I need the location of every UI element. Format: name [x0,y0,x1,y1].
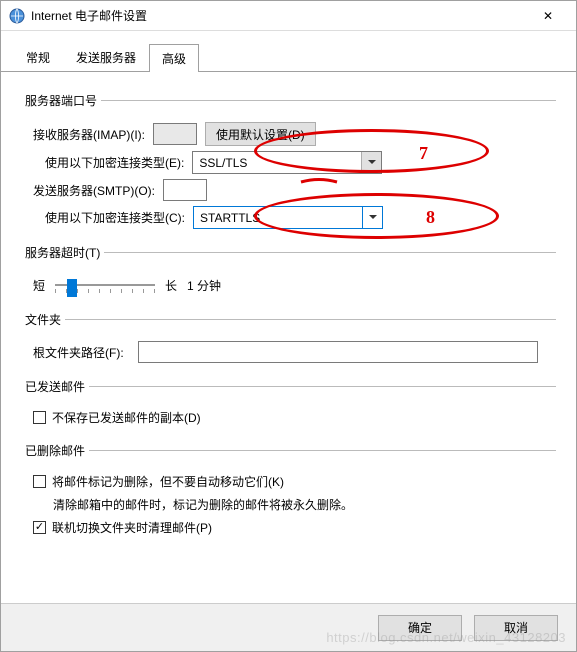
root-folder-label: 根文件夹路径(F): [33,344,124,361]
purge-checkbox[interactable] [33,521,46,534]
chevron-down-icon [361,152,381,173]
folders-legend: 文件夹 [21,311,65,328]
timeout-legend: 服务器超时(T) [21,244,104,261]
tab-general[interactable]: 常规 [13,43,63,71]
close-button[interactable]: ✕ [528,2,568,30]
enc-outgoing-value: STARTTLS [200,211,260,225]
enc-outgoing-select[interactable]: STARTTLS [193,206,383,229]
timeout-short-label: 短 [33,277,45,294]
tab-advanced[interactable]: 高级 [149,44,199,72]
mark-delete-label: 将邮件标记为删除，但不要自动移动它们(K) [52,473,284,490]
enc-outgoing-label: 使用以下加密连接类型(C): [45,209,185,226]
delete-note: 清除邮箱中的邮件时，标记为删除的邮件将被永久删除。 [53,496,556,513]
chevron-down-icon [362,207,382,228]
smtp-port-input[interactable] [163,179,207,201]
timeout-group: 服务器超时(T) 短 长 1 分钟 [21,244,556,301]
timeout-long-label: 长 [165,277,177,294]
sent-group: 已发送邮件 不保存已发送邮件的副本(D) [21,378,556,432]
purge-label: 联机切换文件夹时清理邮件(P) [52,519,212,536]
deleted-legend: 已删除邮件 [21,442,89,459]
enc-incoming-value: SSL/TLS [199,156,247,170]
timeout-value: 1 分钟 [187,277,221,294]
enc-incoming-label: 使用以下加密连接类型(E): [45,154,184,171]
ok-button[interactable]: 确定 [378,615,462,641]
content-area: 服务器端口号 接收服务器(IMAP)(I): 使用默认设置(D) 使用以下加密连… [1,72,576,552]
slider-thumb[interactable] [67,279,77,297]
imap-label: 接收服务器(IMAP)(I): [33,126,145,143]
app-icon [9,8,25,24]
server-ports-legend: 服务器端口号 [21,92,101,109]
cancel-button[interactable]: 取消 [474,615,558,641]
tab-strip: 常规 发送服务器 高级 [1,31,576,72]
root-folder-input[interactable] [138,341,538,363]
titlebar: Internet 电子邮件设置 ✕ [1,1,576,31]
timeout-slider[interactable] [55,275,155,295]
folders-group: 文件夹 根文件夹路径(F): [21,311,556,368]
deleted-group: 已删除邮件 将邮件标记为删除，但不要自动移动它们(K) 清除邮箱中的邮件时，标记… [21,442,556,542]
tab-outgoing[interactable]: 发送服务器 [63,43,149,71]
use-defaults-button[interactable]: 使用默认设置(D) [205,122,316,146]
enc-incoming-select[interactable]: SSL/TLS [192,151,382,174]
smtp-label: 发送服务器(SMTP)(O): [33,182,155,199]
server-ports-group: 服务器端口号 接收服务器(IMAP)(I): 使用默认设置(D) 使用以下加密连… [21,92,556,234]
no-copy-checkbox[interactable] [33,411,46,424]
no-copy-label: 不保存已发送邮件的副本(D) [52,409,201,426]
window-title: Internet 电子邮件设置 [31,7,528,24]
sent-legend: 已发送邮件 [21,378,89,395]
dialog-footer: 确定 取消 [1,603,576,651]
imap-port-input[interactable] [153,123,197,145]
mark-delete-checkbox[interactable] [33,475,46,488]
